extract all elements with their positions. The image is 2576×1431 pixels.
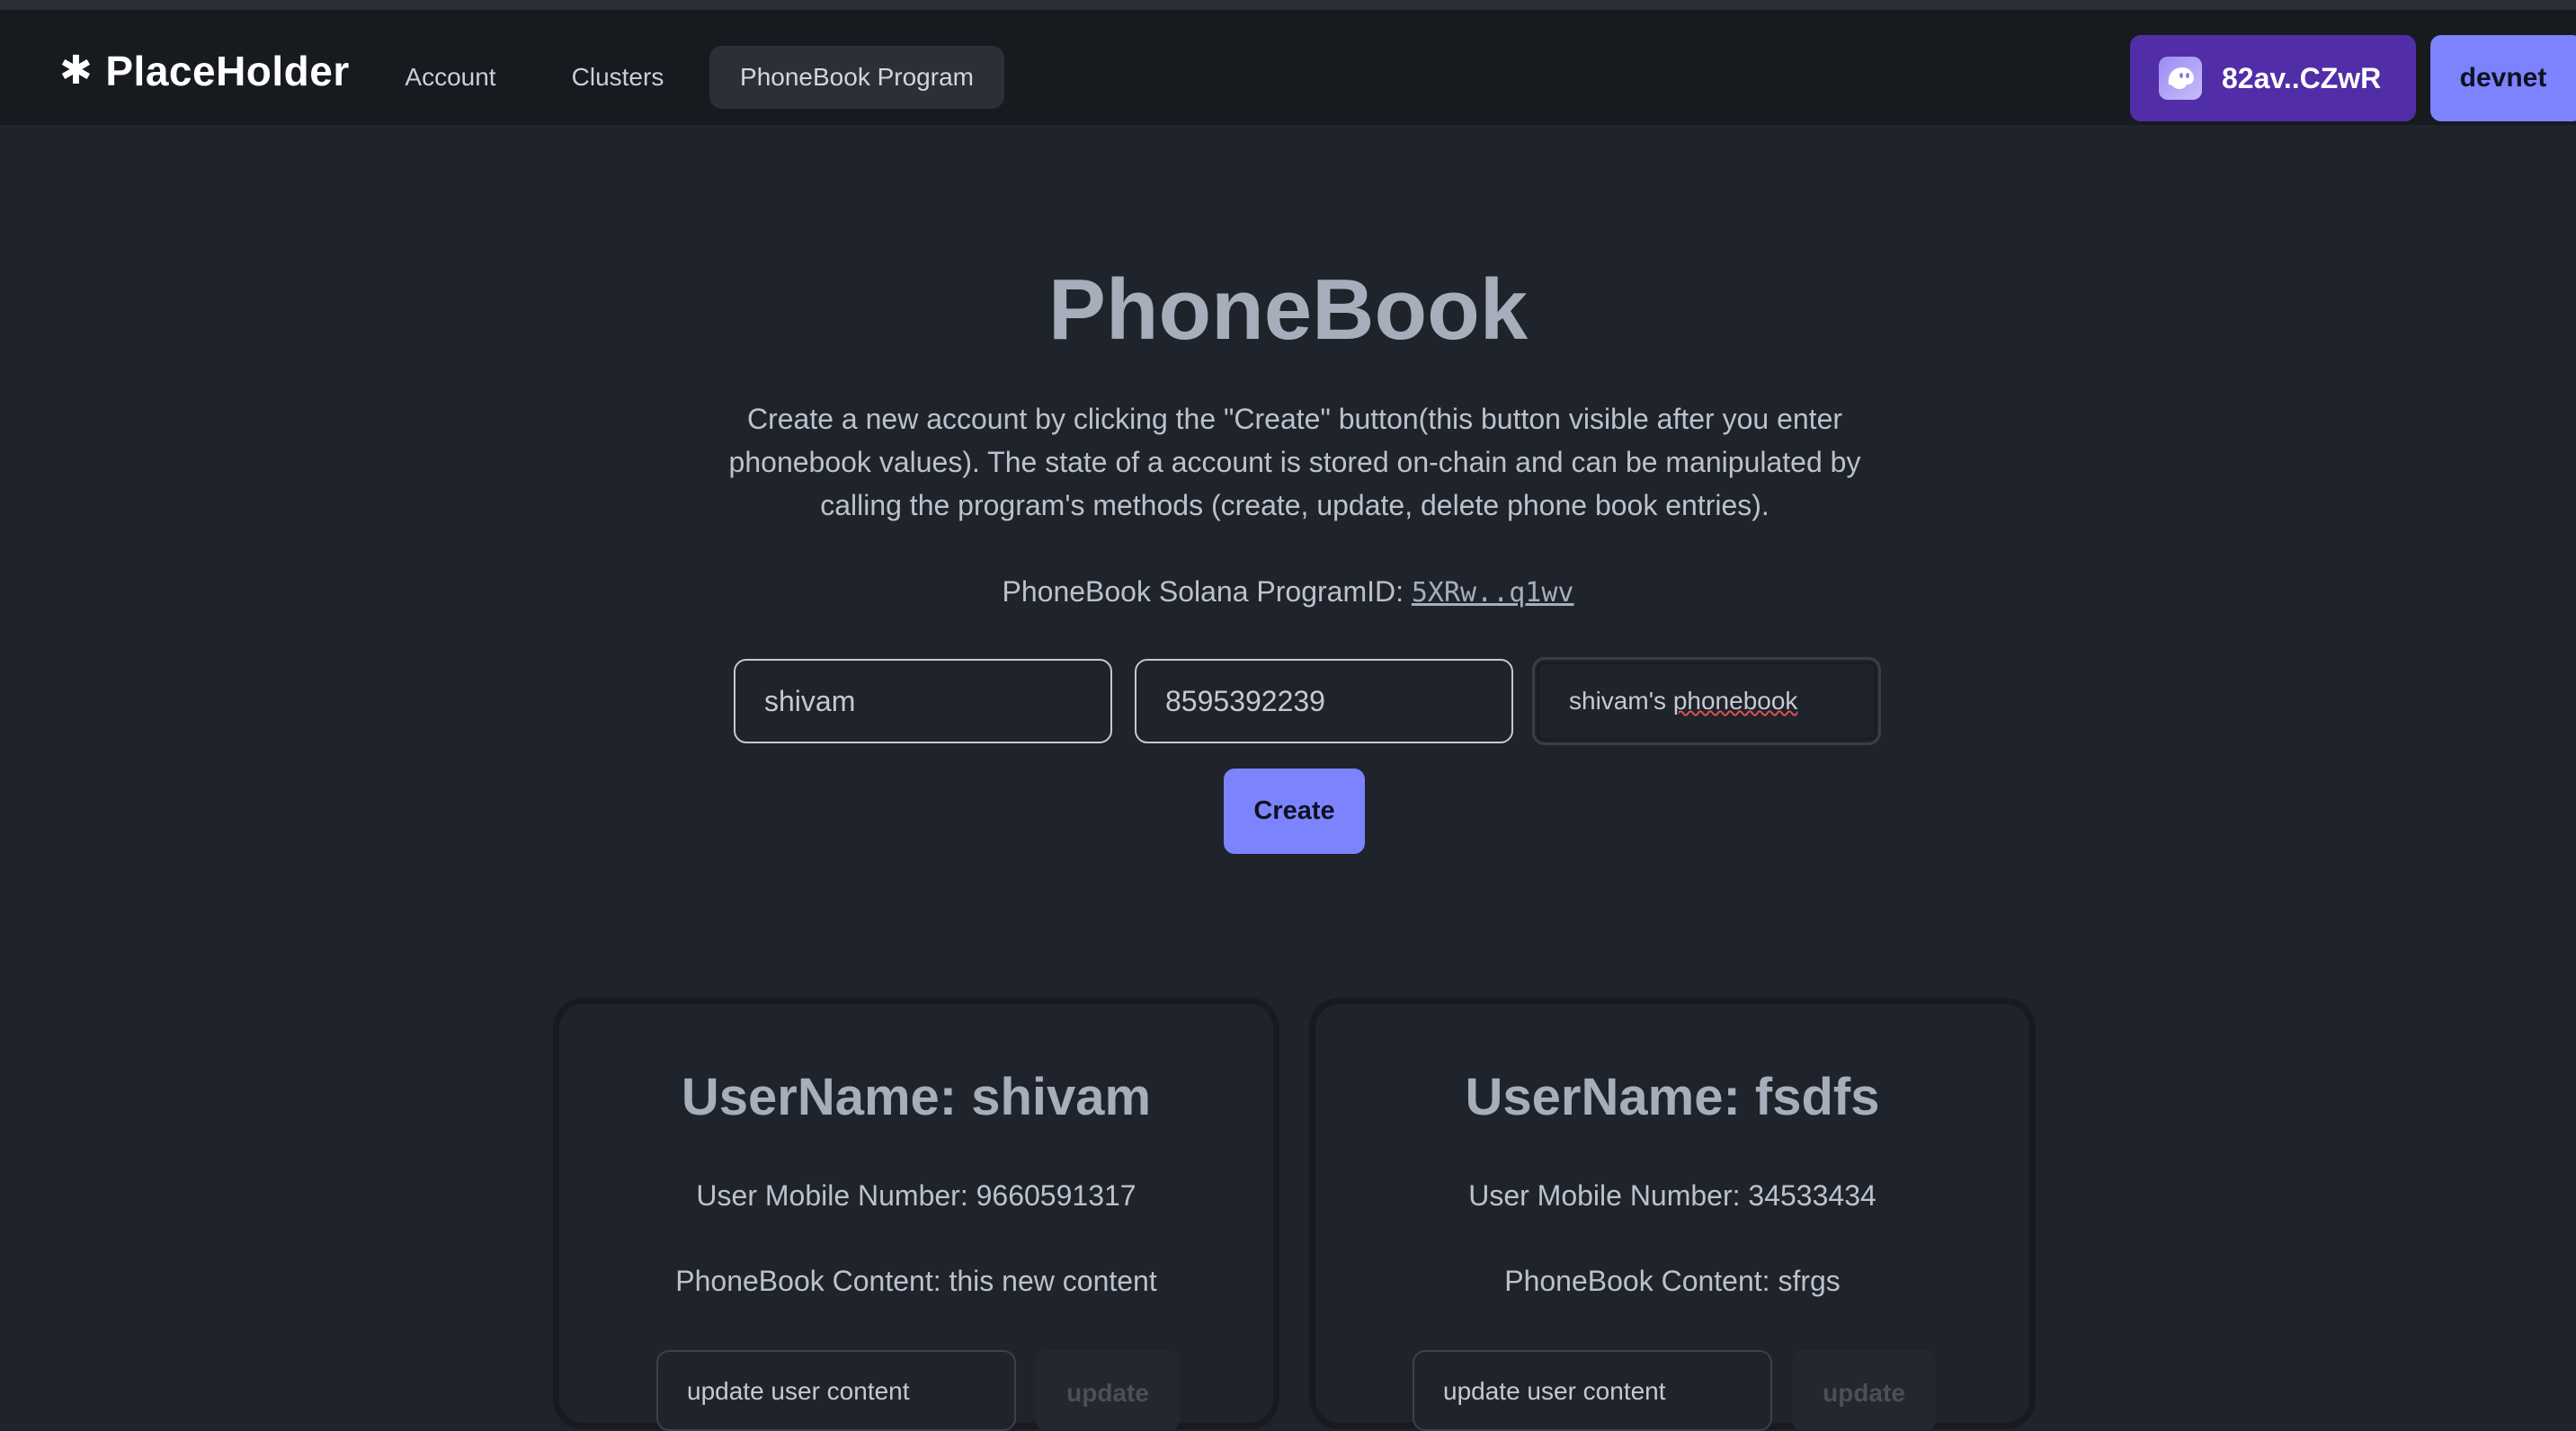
program-id-label: PhoneBook Solana ProgramID: — [1002, 575, 1404, 608]
phonebook-entry-card: UserName: fsdfs User Mobile Number: 3453… — [1309, 998, 2036, 1431]
nav-link-phonebook-program[interactable]: PhoneBook Program — [709, 46, 1004, 109]
update-content-input-value: update user content — [1443, 1377, 1666, 1405]
phantom-ghost-icon — [2159, 57, 2202, 100]
asterisk-icon: ✱ — [59, 49, 94, 93]
wallet-address: 82av..CZwR — [2222, 61, 2382, 94]
nav-link-account[interactable]: Account — [376, 46, 525, 109]
program-id-link[interactable]: 5XRw..q1wv — [1412, 577, 1574, 609]
cluster-select-button[interactable]: devnet — [2430, 35, 2576, 121]
phone-number-input-value: 8595392239 — [1165, 684, 1325, 717]
wallet-button[interactable]: 82av..CZwR — [2130, 35, 2416, 121]
card-username: UserName: fsdfs — [1465, 1068, 1880, 1126]
phonebook-content-input[interactable]: shivam's phonebook — [1532, 657, 1881, 745]
card-username: UserName: shivam — [681, 1068, 1152, 1126]
logo-text: PlaceHolder — [105, 48, 350, 94]
content-input-prefix: shivam's — [1569, 687, 1673, 715]
card-phonebook-content: PhoneBook Content: sfrgs — [1504, 1265, 1841, 1297]
create-button[interactable]: Create — [1224, 769, 1365, 854]
card-mobile-number: User Mobile Number: 9660591317 — [696, 1179, 1136, 1212]
page-description: Create a new account by clicking the "Cr… — [728, 403, 1861, 521]
update-button[interactable]: update — [1036, 1350, 1180, 1431]
content-input-misspelled-word: phonebook — [1672, 687, 1798, 715]
update-content-input[interactable]: update user content — [656, 1350, 1016, 1431]
navbar: ✱ PlaceHolder Account Clusters PhoneBook… — [0, 10, 2576, 125]
program-id-line: PhoneBook Solana ProgramID: 5XRw..q1wv — [0, 575, 2576, 609]
phonebook-entry-card: UserName: shivam User Mobile Number: 966… — [553, 998, 1279, 1431]
app-logo[interactable]: ✱ PlaceHolder — [59, 46, 350, 96]
nav-link-clusters[interactable]: Clusters — [543, 46, 692, 109]
card-phonebook-content: PhoneBook Content: this new content — [675, 1265, 1157, 1297]
page-title: PhoneBook — [1047, 262, 1529, 358]
update-content-input-value: update user content — [687, 1377, 910, 1405]
card-mobile-number: User Mobile Number: 34533434 — [1468, 1179, 1876, 1212]
update-content-input[interactable]: update user content — [1413, 1350, 1772, 1431]
update-button[interactable]: update — [1792, 1350, 1936, 1431]
username-input[interactable]: shivam — [734, 659, 1112, 743]
username-input-value: shivam — [764, 684, 856, 717]
phone-number-input[interactable]: 8595392239 — [1135, 659, 1513, 743]
